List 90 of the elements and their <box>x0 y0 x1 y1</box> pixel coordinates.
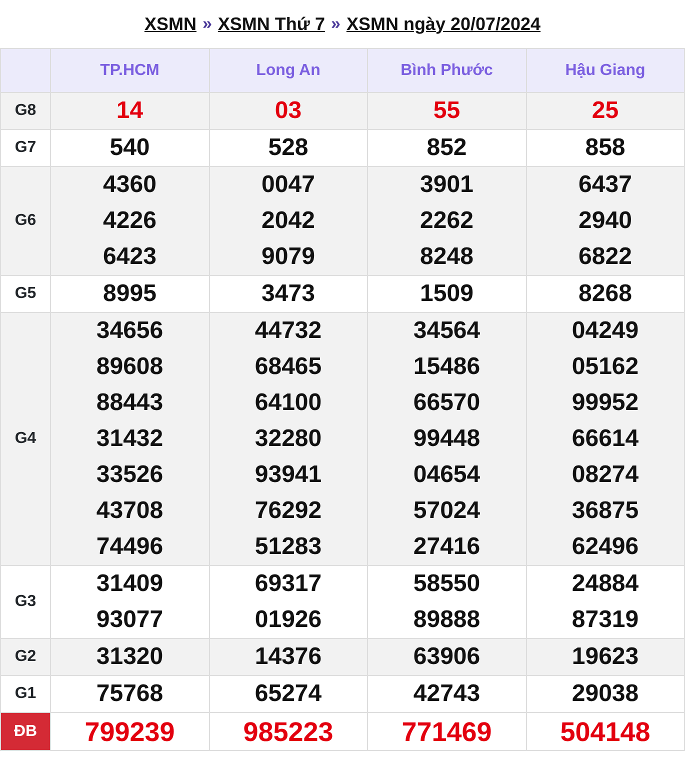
lottery-number: 99952 <box>570 388 640 418</box>
lottery-number: 93941 <box>254 460 323 490</box>
lottery-number: 04654 <box>412 460 482 490</box>
province-header: Bình Phước <box>368 48 526 92</box>
breadcrumb-link[interactable]: XSMN <box>144 10 196 38</box>
lottery-number: 4226 <box>102 206 158 236</box>
lottery-number: 64100 <box>254 388 323 418</box>
lottery-number: 57024 <box>412 496 482 526</box>
lottery-number: 2940 <box>578 206 633 236</box>
lottery-number: 62496 <box>570 532 640 562</box>
lottery-number: 771469 <box>400 716 493 748</box>
lottery-number: 89888 <box>412 605 482 635</box>
lottery-number: 44732 <box>254 316 323 346</box>
breadcrumb-separator: » <box>330 13 340 36</box>
lottery-number: 43708 <box>95 496 164 526</box>
lottery-number: 3473 <box>260 279 316 309</box>
lottery-number: 504148 <box>559 716 652 748</box>
lottery-number: 2262 <box>419 206 474 236</box>
lottery-number: 14376 <box>254 642 323 672</box>
lottery-number: 3901 <box>419 170 474 200</box>
province-header: Hậu Giang <box>526 48 684 92</box>
prize-label: G7 <box>14 139 36 156</box>
lottery-number: 08274 <box>570 460 640 490</box>
prize-label: G2 <box>14 648 36 665</box>
lottery-number: 15486 <box>412 352 482 382</box>
lottery-number: 63906 <box>412 642 482 672</box>
lottery-number: 88443 <box>95 388 164 418</box>
lottery-number: 8268 <box>578 279 633 309</box>
lottery-number: 99448 <box>412 424 482 454</box>
lottery-number: 89608 <box>95 352 164 382</box>
lottery-number: 6423 <box>102 242 158 272</box>
lottery-number: 799239 <box>84 716 176 748</box>
prize-label: G6 <box>14 212 36 229</box>
prize-label: ĐB <box>1 713 50 750</box>
lottery-number: 27416 <box>412 532 482 562</box>
breadcrumb-link[interactable]: XSMN ngày 20/07/2024 <box>346 10 541 38</box>
lottery-number: 528 <box>267 133 310 163</box>
lottery-number: 87319 <box>570 605 640 635</box>
lottery-number: 6822 <box>578 242 633 272</box>
lottery-number: 66570 <box>412 388 482 418</box>
prize-label: G4 <box>14 430 36 447</box>
prize-label: G1 <box>14 685 36 702</box>
lottery-number: 58550 <box>412 569 482 599</box>
lottery-number: 03 <box>274 96 303 126</box>
lottery-number: 75768 <box>95 679 164 709</box>
lottery-number: 33526 <box>95 460 164 490</box>
breadcrumb-link[interactable]: XSMN Thứ 7 <box>218 10 325 38</box>
lottery-number: 51283 <box>254 532 323 562</box>
lottery-number: 31409 <box>95 569 164 599</box>
lottery-number: 29038 <box>570 679 640 709</box>
lottery-number: 31432 <box>95 424 164 454</box>
lottery-number: 65274 <box>254 679 323 709</box>
prize-label: G8 <box>14 102 36 119</box>
lottery-number: 6437 <box>578 170 633 200</box>
lottery-number: 69317 <box>254 569 323 599</box>
lottery-number: 93077 <box>95 605 164 635</box>
lottery-number: 25 <box>590 96 620 126</box>
lottery-number: 9079 <box>260 242 316 272</box>
lottery-number: 76292 <box>254 496 323 526</box>
province-header: TP.HCM <box>50 48 209 92</box>
lottery-number: 1509 <box>419 279 474 309</box>
lottery-number: 2042 <box>260 206 316 236</box>
lottery-number: 0047 <box>260 170 316 200</box>
lottery-number: 74496 <box>95 532 164 562</box>
lottery-number: 14 <box>115 96 144 126</box>
lottery-number: 4360 <box>102 170 158 200</box>
lottery-number: 36875 <box>570 496 640 526</box>
province-header: Long An <box>209 48 368 92</box>
lottery-number: 34656 <box>95 316 164 346</box>
lottery-number: 32280 <box>254 424 323 454</box>
lottery-number: 985223 <box>242 716 334 748</box>
lottery-number: 852 <box>426 133 468 163</box>
lottery-number: 68465 <box>254 352 323 382</box>
breadcrumb-separator: » <box>202 13 212 36</box>
lottery-number: 05162 <box>570 352 640 382</box>
lottery-number: 858 <box>584 133 626 163</box>
prize-label: G3 <box>14 593 36 610</box>
lottery-number: 04249 <box>570 316 640 346</box>
lottery-number: 01926 <box>254 605 323 635</box>
lottery-number: 66614 <box>570 424 640 454</box>
lottery-number: 34564 <box>412 316 482 346</box>
lottery-number: 8995 <box>102 279 158 309</box>
prize-label: G5 <box>14 285 36 302</box>
lottery-number: 31320 <box>95 642 164 672</box>
lottery-number: 540 <box>108 133 151 163</box>
lottery-number: 24884 <box>570 569 640 599</box>
lottery-number: 42743 <box>412 679 482 709</box>
lottery-number: 55 <box>432 96 462 126</box>
lottery-number: 19623 <box>570 642 640 672</box>
lottery-number: 8248 <box>419 242 474 272</box>
